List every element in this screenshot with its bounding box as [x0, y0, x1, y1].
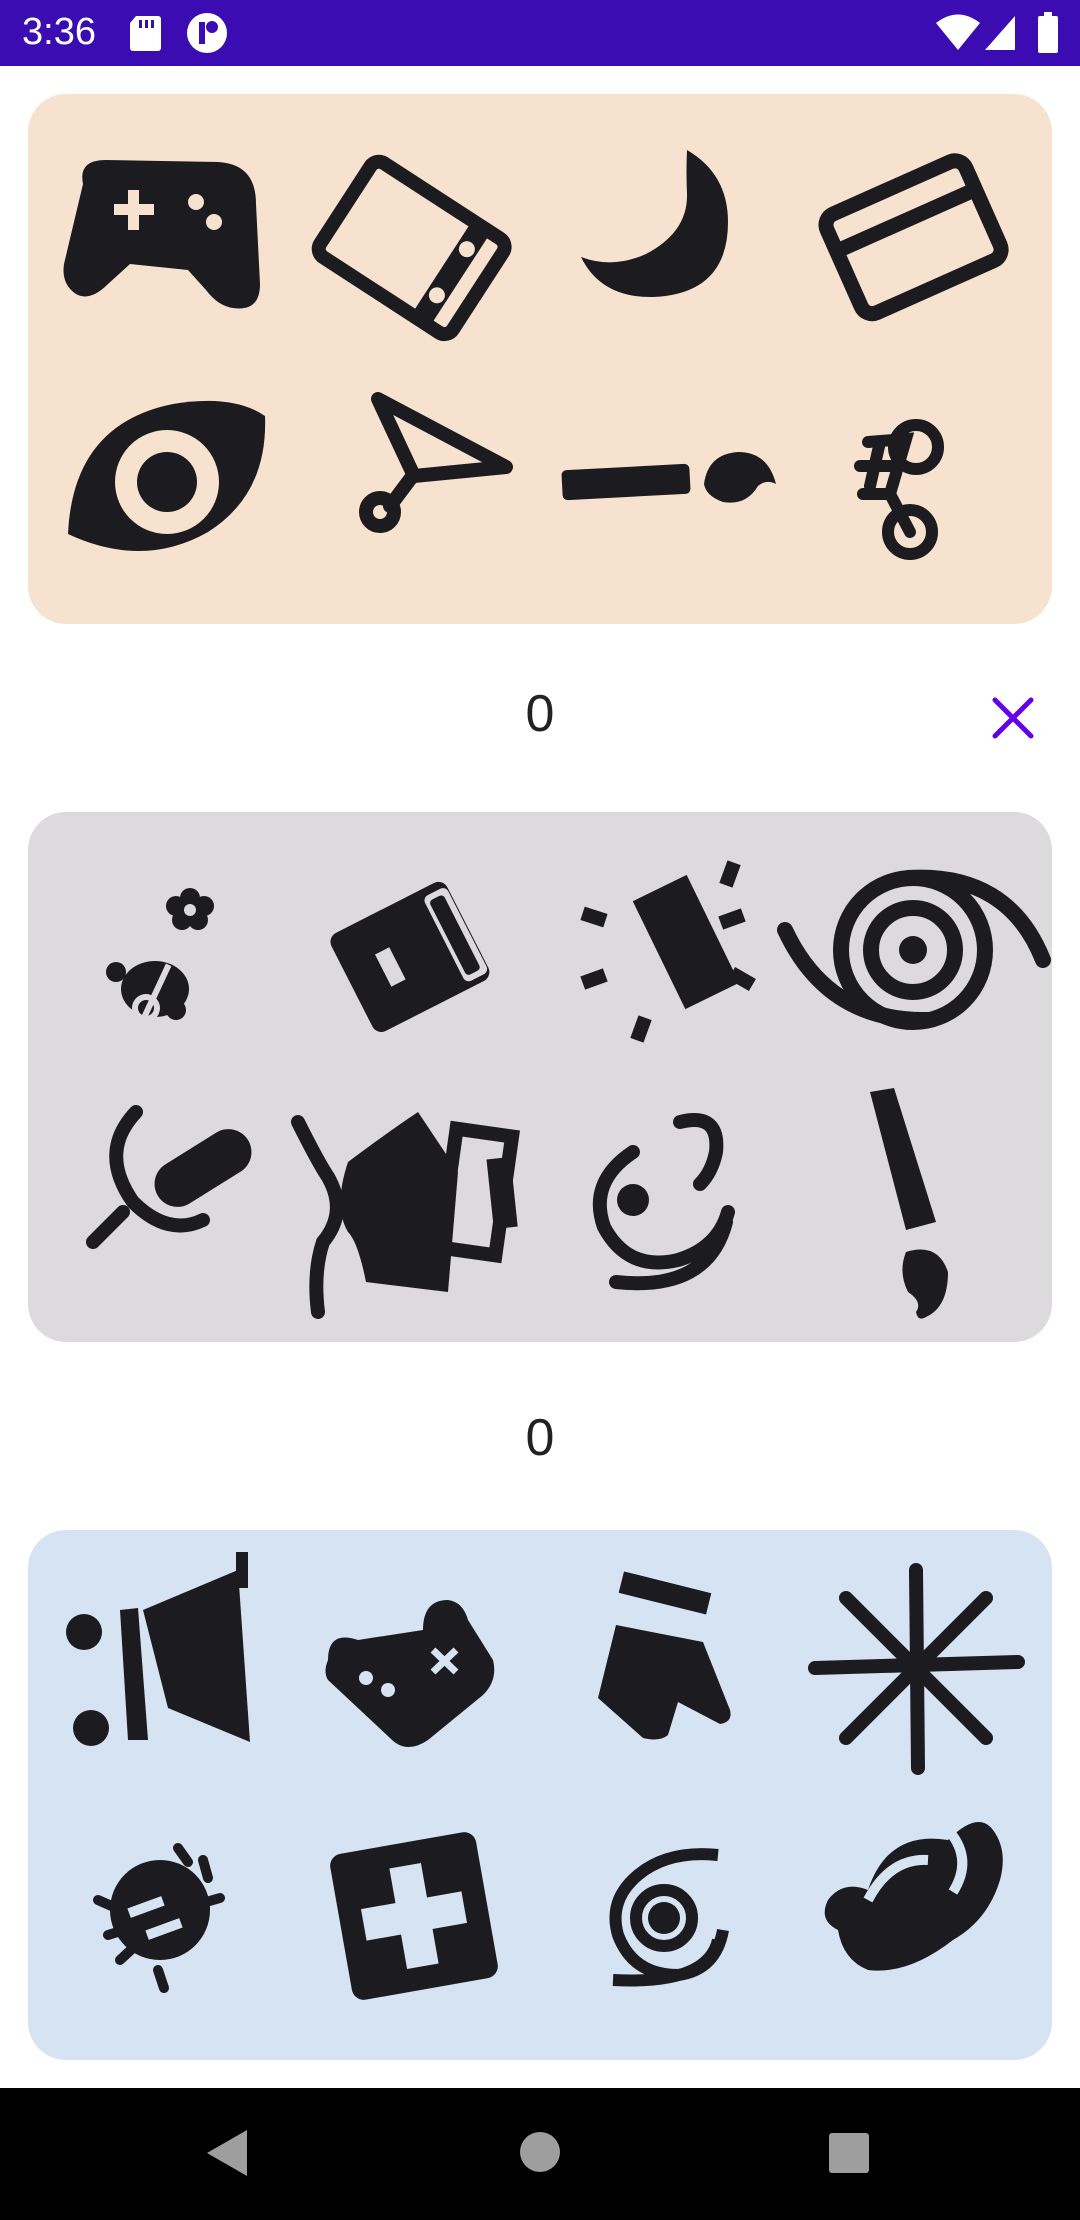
moon-icon	[581, 150, 728, 298]
gamepad-icon	[63, 160, 260, 309]
icon-card-1	[28, 94, 1052, 624]
tornado-icon	[777, 869, 1051, 1030]
signal-icon	[985, 16, 1015, 50]
counter-value-1: 0	[525, 685, 555, 743]
navigation-bar	[0, 2088, 1080, 2220]
eye-icon	[68, 400, 266, 552]
home-icon[interactable]	[518, 2130, 562, 2174]
status-time: 3:36	[22, 11, 96, 53]
back-icon[interactable]	[205, 2128, 249, 2178]
video-call-icon	[291, 1112, 520, 1319]
counter-value-2: 0	[525, 1409, 555, 1467]
controller-icon	[325, 1600, 495, 1748]
icon-card-2	[28, 812, 1052, 1342]
pacifier-icon	[592, 1113, 735, 1291]
bicycle-icon	[854, 419, 944, 560]
ticket-icon	[311, 154, 512, 342]
status-bar: 3:36	[0, 0, 1080, 66]
exclamation-icon	[870, 1088, 948, 1319]
snowflake-icon	[808, 1563, 1025, 1775]
microphone-icon	[86, 1105, 252, 1249]
recents-icon[interactable]	[828, 2132, 870, 2174]
paper-plane-icon	[359, 392, 513, 533]
app-notification-icon	[187, 13, 227, 53]
wifi-icon	[936, 14, 980, 50]
bee-flower-icon	[106, 888, 214, 1022]
battery-icon	[1038, 12, 1058, 53]
spiral-icon	[609, 1848, 729, 1987]
stocking-icon	[598, 1571, 731, 1740]
bug-icon	[93, 1843, 225, 1993]
icon-card-3	[28, 1530, 1052, 2060]
wallet-icon	[330, 881, 490, 1033]
credit-card-icon	[818, 153, 1009, 322]
close-icon[interactable]	[985, 690, 1041, 746]
hand-icon	[824, 1822, 1003, 1971]
first-aid-icon	[330, 1832, 498, 2000]
pin-line-icon	[561, 452, 776, 503]
party-popper-icon	[580, 860, 756, 1043]
megaphone-icon	[66, 1552, 250, 1746]
sd-card-icon	[130, 16, 161, 51]
